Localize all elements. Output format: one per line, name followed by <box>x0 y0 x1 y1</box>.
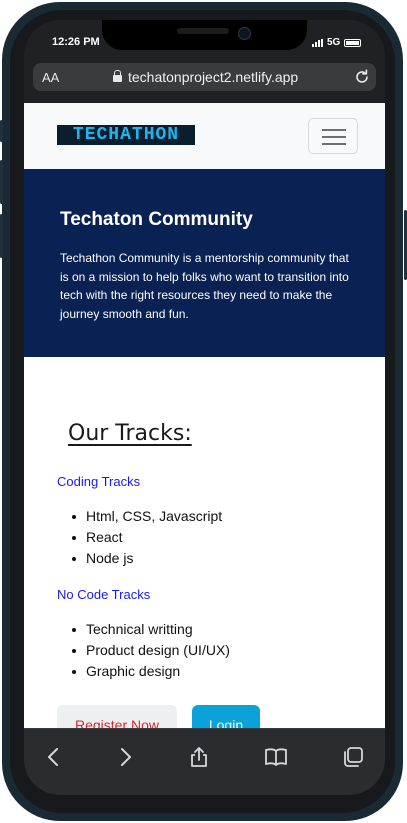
status-indicators: 5G <box>312 37 362 48</box>
list-item: React <box>72 527 222 548</box>
reload-icon[interactable] <box>353 68 371 86</box>
menu-toggle-button[interactable] <box>308 118 358 154</box>
register-button[interactable]: Register Now <box>57 705 177 728</box>
hamburger-icon <box>322 129 346 131</box>
volume-up-button <box>0 160 3 204</box>
navbar: TECHATHON <box>24 103 385 169</box>
forward-icon[interactable] <box>113 745 137 769</box>
status-time: 12:26 PM <box>52 36 100 48</box>
share-icon[interactable] <box>187 745 211 769</box>
web-page: TECHATHON Techaton Community Techathon C… <box>24 103 385 728</box>
volume-down-button <box>0 214 3 258</box>
list-item: Html, CSS, Javascript <box>72 506 222 527</box>
url-text: techatonproject2.netlify.app <box>128 69 299 85</box>
url-display[interactable]: techatonproject2.netlify.app <box>113 69 298 85</box>
coding-tracks-list: Html, CSS, Javascript React Node js <box>72 506 222 569</box>
front-camera <box>238 27 251 40</box>
no-code-tracks-list: Technical writting Product design (UI/UX… <box>72 619 230 682</box>
address-bar[interactable]: AA techatonproject2.netlify.app <box>33 63 376 91</box>
tracks-heading: Our Tracks: <box>68 421 192 446</box>
list-item: Graphic design <box>72 661 230 682</box>
hero-title: Techaton Community <box>60 209 253 230</box>
reader-settings-button[interactable]: AA <box>42 70 59 85</box>
speaker-grille <box>177 28 229 34</box>
back-icon[interactable] <box>42 745 66 769</box>
signal-icon <box>312 38 323 47</box>
list-item: Technical writting <box>72 619 230 640</box>
login-button[interactable]: Login <box>192 705 260 728</box>
battery-icon <box>344 38 362 47</box>
site-logo[interactable]: TECHATHON <box>57 125 195 145</box>
status-bar: 12:26 PM 5G <box>24 20 385 62</box>
bookmarks-icon[interactable] <box>264 745 288 769</box>
network-label: 5G <box>327 37 341 48</box>
lock-icon <box>113 70 122 82</box>
phone-screen: 12:26 PM 5G AA techatonproject2.netlify.… <box>24 20 385 795</box>
mute-switch <box>0 120 3 142</box>
tabs-icon[interactable] <box>341 745 365 769</box>
notch <box>102 20 307 50</box>
hero-section: Techaton Community Techathon Community i… <box>24 169 385 357</box>
hero-description: Techathon Community is a mentorship comm… <box>60 251 349 321</box>
browser-toolbar <box>24 728 385 795</box>
coding-tracks-link[interactable]: Coding Tracks <box>57 474 140 489</box>
no-code-tracks-link[interactable]: No Code Tracks <box>57 587 150 602</box>
list-item: Node js <box>72 548 222 569</box>
list-item: Product design (UI/UX) <box>72 640 230 661</box>
